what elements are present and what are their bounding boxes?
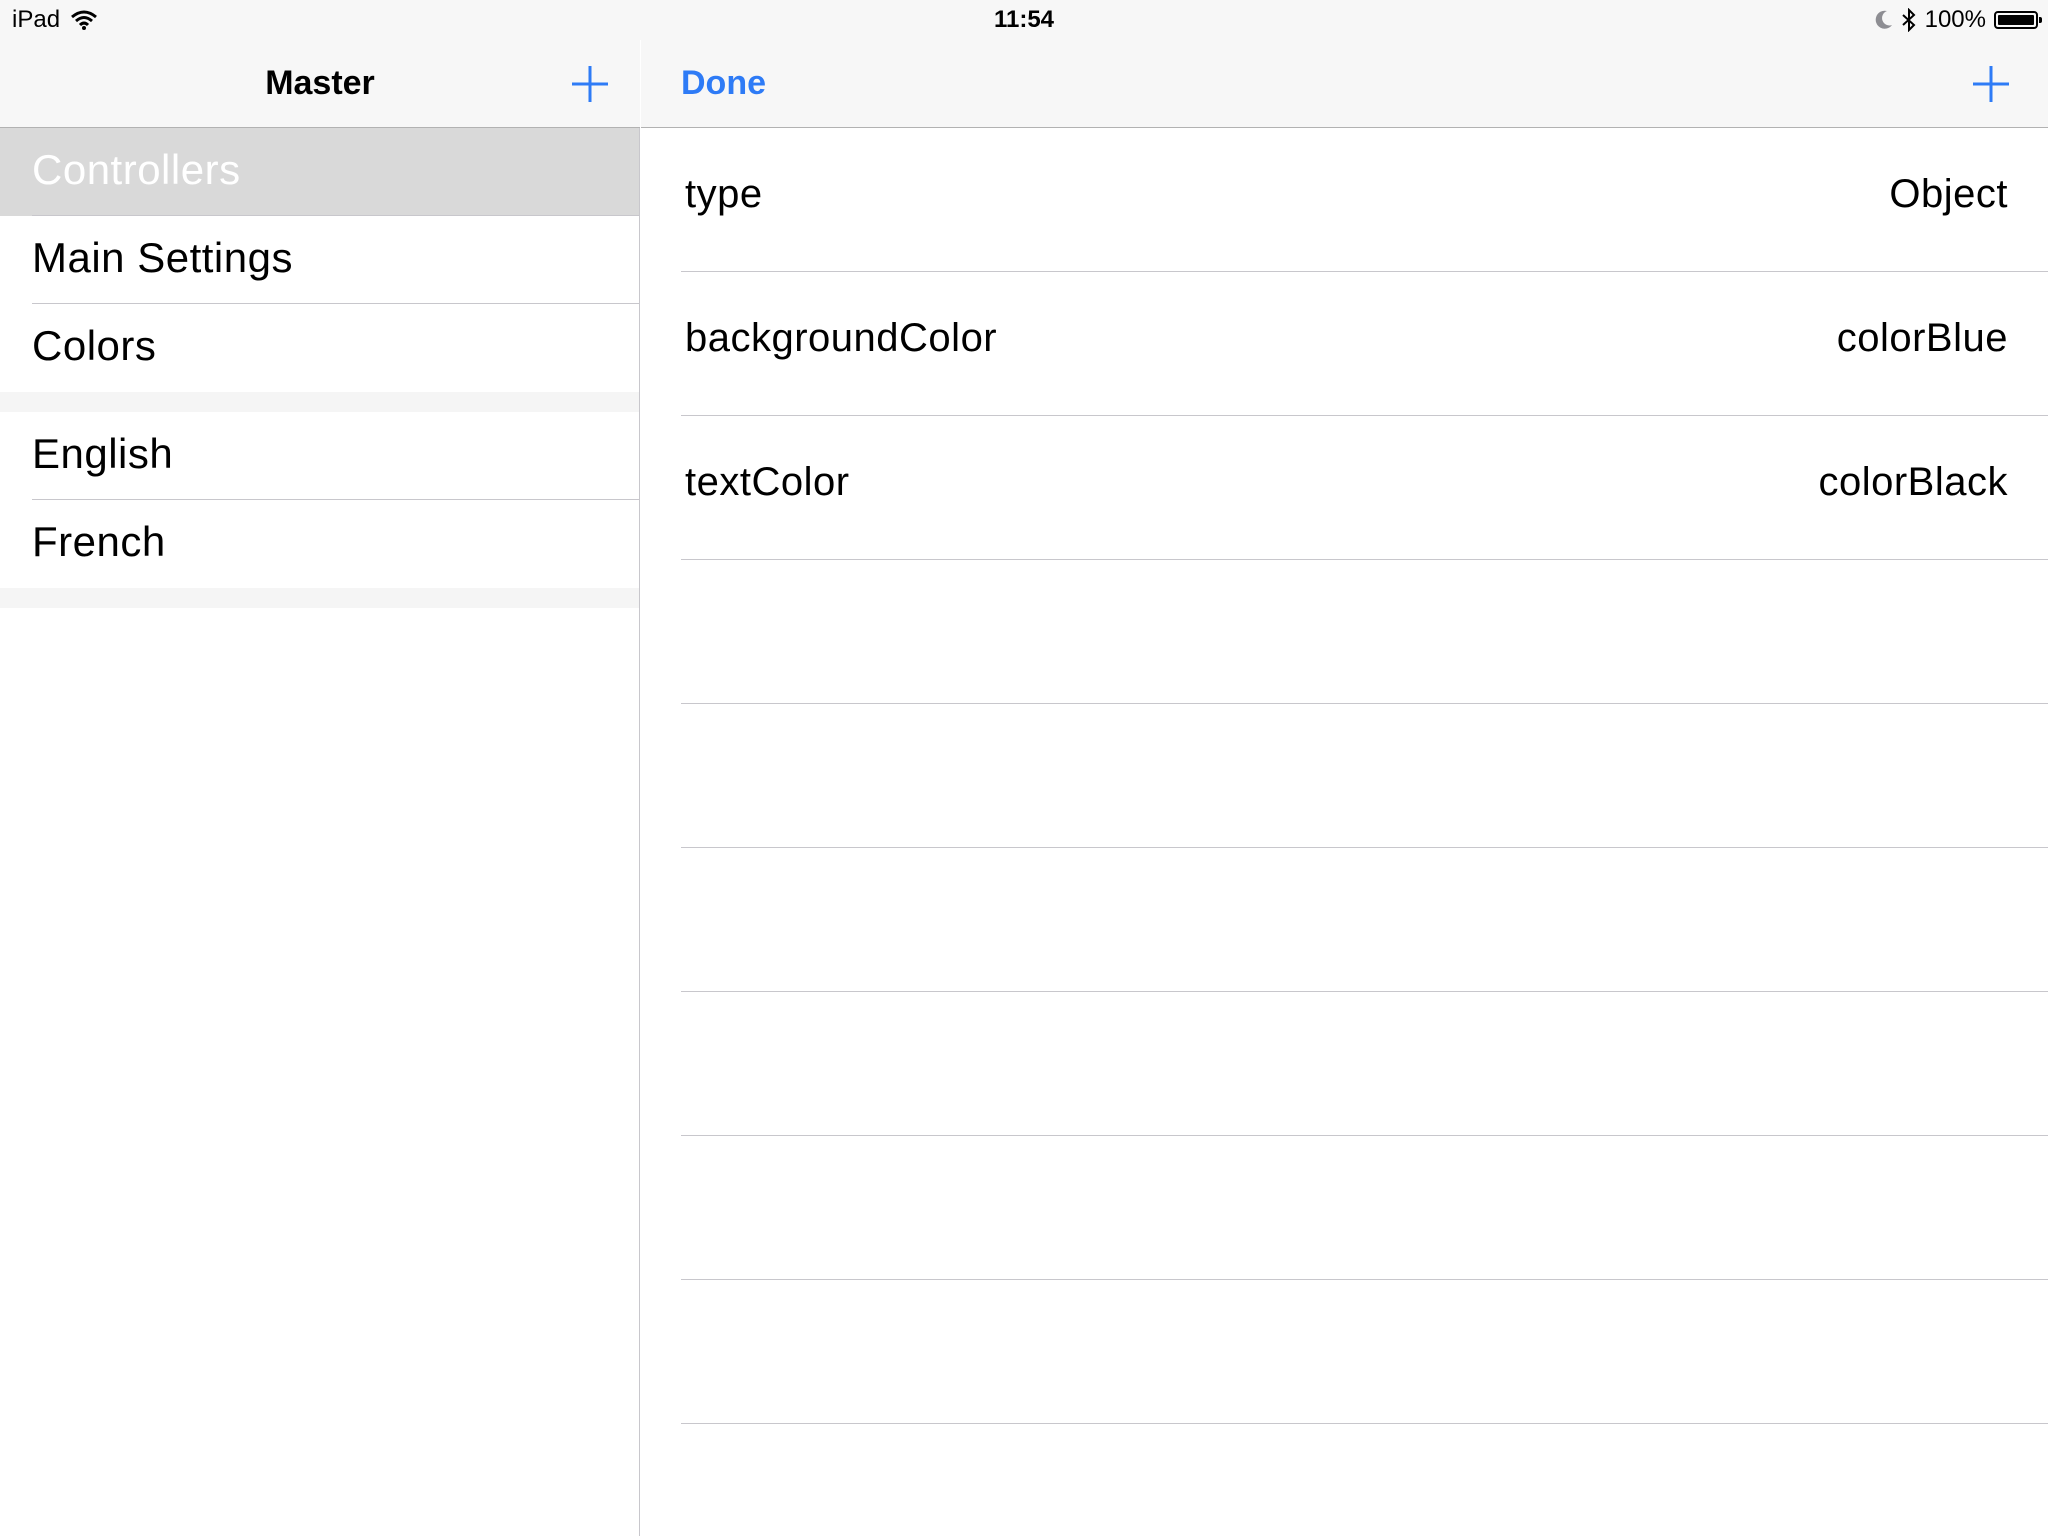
detail-list: type Object backgroundColor colorBlue textCo… [641,128,2048,1424]
detail-row [641,848,2048,992]
battery-tip [2039,17,2042,23]
master-list-item-label: French [32,518,166,565]
detail-row [641,1136,2048,1280]
master-list-item-label: Controllers [32,146,241,193]
master-add-button[interactable] [568,62,612,106]
detail-row-value: Object [1889,172,2008,216]
master-title: Master [265,64,375,102]
master-list-item[interactable]: Main Settings [0,216,639,304]
detail-row [641,560,2048,704]
bluetooth-icon [1901,8,1916,32]
section-gap [0,392,639,412]
detail-row-key: backgroundColor [685,316,998,360]
section-gap [0,588,639,608]
detail-row[interactable]: type Object [641,128,2048,272]
moon-icon [1875,10,1892,29]
status-bar: iPad 11:54 100% [0,0,2048,40]
battery-fill [1998,15,2034,25]
master-list-item[interactable]: French [0,500,639,588]
detail-row-value: colorBlack [1818,460,2008,504]
status-right: 100% [1875,6,2042,34]
detail-add-button[interactable] [1969,62,2013,106]
detail-row[interactable]: textColor colorBlack [641,416,2048,560]
detail-row-key: type [685,172,763,216]
battery-percent: 100% [1924,6,1986,33]
master-list-item[interactable]: Controllers [0,128,639,216]
detail-row[interactable]: backgroundColor colorBlue [641,272,2048,416]
detail-row-value: colorBlue [1836,316,2008,360]
row-separator [681,1423,2048,1424]
detail-row-key: textColor [685,460,850,504]
detail-row [641,992,2048,1136]
master-list-item[interactable]: English [0,412,639,500]
master-list: Controllers Main Settings Colors English Fre… [0,128,639,608]
master-list-item[interactable]: Colors [0,304,639,392]
plus-icon [1973,66,2009,102]
plus-icon [572,66,608,102]
master-nav-bar: Master [0,40,640,128]
detail-row [641,1280,2048,1424]
done-button[interactable]: Done [681,64,766,103]
detail-nav-bar: Done [641,40,2048,128]
status-time: 11:54 [993,6,1055,33]
master-list-item-label: English [32,430,174,477]
detail-row [641,704,2048,848]
master-pane: Master Controllers Main Settings Colors Eng… [0,0,640,1536]
battery-icon [1994,11,2042,29]
master-list-item-label: Colors [32,322,157,369]
master-list-item-label: Main Settings [32,234,293,281]
